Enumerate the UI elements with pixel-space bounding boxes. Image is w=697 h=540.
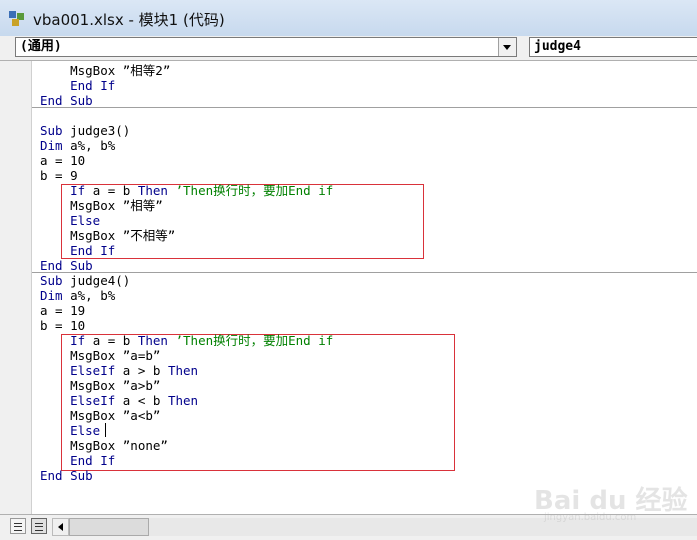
code-line[interactable]: ElseIf a > b Then: [40, 363, 198, 378]
code-text: a = 19: [40, 303, 86, 318]
procedure-dropdown-value: judge4: [534, 39, 581, 54]
procedure-view-button[interactable]: [10, 518, 26, 534]
window-title: vba001.xlsx - 模块1 (代码): [33, 11, 225, 29]
code-keyword: ElseIf: [70, 393, 116, 408]
code-text: a = b: [85, 333, 138, 348]
code-keyword: Sub: [40, 273, 63, 288]
watermark-url: jingyan.baidu.com: [544, 512, 637, 523]
code-line[interactable]: a = 19: [40, 303, 85, 318]
object-dropdown[interactable]: (通用): [15, 37, 517, 57]
full-module-view-button[interactable]: [31, 518, 47, 534]
code-text: b = 10: [40, 318, 86, 333]
code-comment: ’Then换行时，要加End if: [167, 333, 334, 348]
code-keyword: End Sub: [40, 93, 93, 108]
margin-indicator-bar[interactable]: [0, 61, 32, 514]
code-comment: ’Then换行时，要加End if: [167, 183, 334, 198]
code-line[interactable]: End Sub: [40, 258, 93, 273]
code-keyword: Else: [70, 423, 101, 438]
code-keyword: Then: [167, 363, 199, 378]
code-text: a%, b%: [62, 288, 116, 303]
text-cursor: [105, 423, 106, 437]
code-line[interactable]: Dim a%, b%: [40, 138, 115, 153]
code-line[interactable]: Else: [40, 213, 100, 228]
code-keyword: Then: [137, 183, 168, 198]
code-line[interactable]: MsgBox ”none”: [40, 438, 168, 453]
code-text: a = b: [85, 183, 138, 198]
code-line[interactable]: If a = b Then ’Then换行时，要加End if: [40, 333, 333, 348]
code-line[interactable]: If a = b Then ’Then换行时，要加End if: [40, 183, 333, 198]
code-line[interactable]: End If: [40, 78, 115, 93]
code-keyword: End If: [70, 78, 116, 93]
code-keyword: End If: [70, 243, 116, 258]
code-editor[interactable]: MsgBox ”相等2” End If End Sub Sub judge3() Di…: [32, 61, 697, 514]
code-text: a > b: [115, 363, 168, 378]
code-line[interactable]: MsgBox ”相等”: [40, 198, 163, 213]
code-keyword: End Sub: [40, 468, 93, 483]
code-line[interactable]: MsgBox ”a>b”: [40, 378, 160, 393]
code-text: a%, b%: [62, 138, 116, 153]
code-line[interactable]: End If: [40, 243, 115, 258]
code-text: b = 9: [40, 168, 78, 183]
code-text: MsgBox ”不相等”: [40, 228, 176, 243]
vba-project-icon: [9, 11, 24, 26]
code-keyword: Dim: [40, 288, 63, 303]
code-text: MsgBox ”相等”: [40, 198, 163, 213]
code-text: MsgBox ”none”: [40, 438, 168, 453]
code-line[interactable]: MsgBox ”a=b”: [40, 348, 160, 363]
object-dropdown-value: (通用): [20, 39, 62, 54]
code-text: judge4(): [62, 273, 131, 288]
code-line[interactable]: ElseIf a < b Then: [40, 393, 198, 408]
code-keyword: Dim: [40, 138, 63, 153]
code-line[interactable]: b = 10: [40, 318, 85, 333]
baidu-jingyan-watermark: Bai du 经验 jingyan.baidu.com: [534, 460, 688, 523]
code-keyword: Then: [137, 333, 168, 348]
code-line[interactable]: MsgBox ”相等2”: [40, 63, 170, 78]
code-line[interactable]: a = 10: [40, 153, 85, 168]
code-text: judge3(): [62, 123, 131, 138]
code-line[interactable]: b = 9: [40, 168, 78, 183]
code-text: MsgBox ”a<b”: [40, 408, 161, 423]
procedure-dropdown[interactable]: judge4: [529, 37, 697, 57]
code-keyword: If: [70, 183, 86, 198]
code-keyword: Else: [70, 213, 101, 228]
code-keyword: If: [70, 333, 86, 348]
code-text: MsgBox ”相等2”: [40, 63, 171, 78]
code-keyword: Then: [167, 393, 199, 408]
code-keyword: End Sub: [40, 258, 93, 273]
procedure-separator: [32, 107, 697, 108]
code-line[interactable]: End Sub: [40, 93, 93, 108]
code-combo-bar: (通用) judge4: [0, 36, 697, 61]
code-line[interactable]: MsgBox ”不相等”: [40, 228, 175, 243]
code-text: MsgBox ”a>b”: [40, 378, 161, 393]
chevron-down-icon[interactable]: [498, 38, 516, 56]
code-keyword: End If: [70, 453, 116, 468]
code-line[interactable]: Dim a%, b%: [40, 288, 115, 303]
code-line[interactable]: Sub judge3(): [40, 123, 130, 138]
code-text: a < b: [115, 393, 168, 408]
code-keyword: ElseIf: [70, 363, 116, 378]
procedure-separator: [32, 272, 697, 273]
code-text: a = 10: [40, 153, 86, 168]
code-line[interactable]: Sub judge4(): [40, 273, 130, 288]
title-bar: vba001.xlsx - 模块1 (代码): [0, 0, 697, 37]
code-line[interactable]: End Sub: [40, 468, 93, 483]
scroll-thumb[interactable]: [69, 518, 149, 536]
code-line[interactable]: Else: [40, 423, 100, 438]
code-text: MsgBox ”a=b”: [40, 348, 161, 363]
code-line[interactable]: End If: [40, 453, 115, 468]
code-keyword: Sub: [40, 123, 63, 138]
scroll-left-icon[interactable]: [52, 518, 69, 536]
code-line[interactable]: MsgBox ”a<b”: [40, 408, 160, 423]
